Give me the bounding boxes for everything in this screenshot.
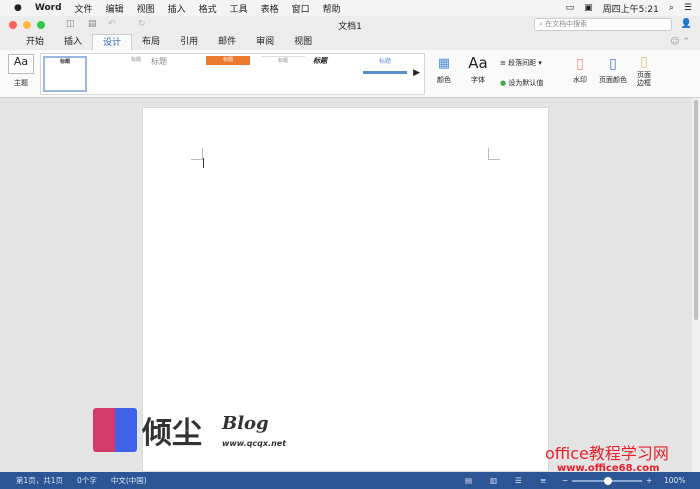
margin-mark-right [488, 148, 500, 160]
page-borders-icon: ▯ [640, 54, 648, 70]
colors-button[interactable]: ▦ 颜色 [430, 56, 458, 85]
tab-references[interactable]: 引用 [170, 34, 208, 50]
menu-view[interactable]: 视图 [137, 2, 155, 15]
zoom-slider[interactable] [572, 477, 642, 485]
watermark-label: 水印 [573, 76, 587, 84]
paragraph-spacing-button[interactable]: ≡ 段落间距 ▾ [500, 58, 542, 68]
zoom-in-icon[interactable]: + [646, 476, 652, 485]
zoom-slider-thumb[interactable] [604, 477, 612, 485]
outline-icon[interactable]: ☰ [515, 476, 522, 485]
tab-design[interactable]: 设计 [92, 34, 133, 50]
checkmark-icon: ● [500, 79, 507, 87]
blog-name: 倾尘 [142, 416, 202, 451]
style-set-3[interactable]: 标题 [151, 56, 195, 92]
page-count[interactable]: 第1页，共1页 [16, 475, 63, 486]
tab-review[interactable]: 审阅 [246, 34, 284, 50]
theme-button[interactable]: Aa 主题 [8, 54, 34, 88]
notification-icon[interactable]: ☰ [684, 3, 692, 13]
ribbon: Aa 主题 标题 标题 标题 标题 标题 标题 标题 ▶ ▦ 颜色 Aa 字体 … [0, 50, 700, 98]
watermark-button[interactable]: ▯ 水印 [568, 56, 592, 85]
style-title: 标题 [130, 57, 141, 63]
site-url-watermark: www.office68.com [557, 463, 660, 474]
search-input[interactable]: ⌕ 在文档中搜索 [534, 18, 672, 31]
style-set-gallery: 标题 标题 标题 标题 标题 标题 标题 ▶ [40, 53, 425, 95]
site-watermark: office教程学习网 [545, 444, 669, 463]
style-set-6[interactable]: 标题 [313, 56, 357, 92]
apple-icon[interactable]: ● [14, 3, 22, 13]
spotlight-icon[interactable]: ⌕ [669, 3, 674, 13]
menu-format[interactable]: 格式 [199, 2, 217, 15]
language[interactable]: 中文(中国) [111, 475, 147, 486]
page-color-label: 页面颜色 [599, 76, 627, 84]
theme-icon: Aa [8, 54, 34, 74]
style-title: 标题 [151, 57, 167, 66]
tab-layout[interactable]: 布局 [132, 34, 170, 50]
clock[interactable]: 周四上午5:21 [603, 2, 659, 15]
text-cursor [203, 158, 204, 168]
style-title: 标题 [206, 56, 250, 65]
menu-insert[interactable]: 插入 [168, 2, 186, 15]
zoom-level[interactable]: 100% [664, 476, 685, 485]
zoom-out-icon[interactable]: − [562, 476, 568, 485]
fonts-icon: Aa [468, 54, 488, 72]
menu-tools[interactable]: 工具 [230, 2, 248, 15]
airplay-icon[interactable]: ▭ [566, 3, 575, 13]
page-color-button[interactable]: ▯ 页面颜色 [596, 56, 630, 85]
paragraph-spacing-label: 段落间距 [508, 59, 537, 67]
menu-window[interactable]: 窗口 [292, 2, 310, 15]
fonts-button[interactable]: Aa 字体 [462, 54, 494, 85]
set-default-button[interactable]: ● 设为默认值 [500, 78, 543, 88]
title-bar: ◫ ▤ ↶ ↻ 文档1 ⌕ 在文档中搜索 👤 [0, 16, 700, 34]
colors-icon: ▦ [437, 56, 451, 71]
tab-home[interactable]: 开始 [16, 34, 54, 50]
menu-table[interactable]: 表格 [261, 2, 279, 15]
app-menu[interactable]: Word [35, 3, 62, 13]
page-color-icon: ▯ [609, 56, 617, 72]
style-title: 标题 [59, 59, 70, 65]
web-layout-icon[interactable]: ▥ [490, 476, 497, 485]
search-placeholder: 在文档中搜索 [545, 20, 588, 28]
blog-label: Blog [222, 413, 269, 434]
tab-insert[interactable]: 插入 [54, 34, 92, 50]
style-set-2[interactable]: 标题 [97, 56, 141, 92]
vertical-scrollbar[interactable] [692, 98, 700, 472]
collapse-ribbon-icon[interactable]: ☺ ⌃ [670, 37, 690, 47]
style-set-4[interactable]: 标题 [206, 56, 250, 92]
style-set-7[interactable]: 标题 [363, 56, 407, 92]
document-area: 倾尘 Blog www.qcqx.net [0, 98, 692, 472]
paragraph-spacing-icon: ≡ [500, 59, 506, 67]
ribbon-tabs: 开始 插入 设计 布局 引用 邮件 审阅 视图 ☺ ⌃ [0, 34, 700, 50]
word-count[interactable]: 0个字 [77, 475, 97, 486]
set-default-label: 设为默认值 [508, 79, 544, 87]
menu-help[interactable]: 帮助 [323, 2, 341, 15]
theme-label: 主题 [14, 79, 28, 87]
watermark-icon: ▯ [576, 56, 584, 72]
tab-view[interactable]: 视图 [284, 34, 322, 50]
gallery-next-icon[interactable]: ▶ [413, 68, 420, 78]
margin-mark-left [191, 148, 203, 160]
print-layout-icon[interactable]: ▤ [465, 476, 472, 485]
colors-label: 颜色 [437, 76, 451, 84]
draft-icon[interactable]: ≡ [540, 476, 546, 485]
style-set-1[interactable]: 标题 [43, 56, 87, 92]
fonts-label: 字体 [471, 76, 485, 84]
page-borders-button[interactable]: ▯ 页面边框 [634, 54, 654, 87]
style-title: 标题 [378, 58, 391, 65]
style-title: 标题 [313, 57, 327, 65]
style-set-5[interactable]: 标题 [261, 56, 305, 92]
page-borders-label: 页面边框 [637, 71, 651, 87]
menu-file[interactable]: 文件 [75, 2, 93, 15]
blog-url: www.qcqx.net [222, 439, 287, 448]
style-title: 标题 [277, 58, 288, 64]
input-method-icon[interactable]: ▣ [584, 3, 593, 13]
menu-bar: ● Word 文件 编辑 视图 插入 格式 工具 表格 窗口 帮助 ▭ ▣ 周四… [0, 0, 700, 16]
document-page[interactable] [142, 107, 549, 472]
menu-edit[interactable]: 编辑 [106, 2, 124, 15]
status-bar: 第1页，共1页 0个字 中文(中国) ▤ ▥ ☰ ≡ − + 100% [0, 472, 700, 489]
tab-mailings[interactable]: 邮件 [208, 34, 246, 50]
blog-logo [93, 408, 137, 452]
share-icon[interactable]: 👤 [681, 19, 692, 29]
